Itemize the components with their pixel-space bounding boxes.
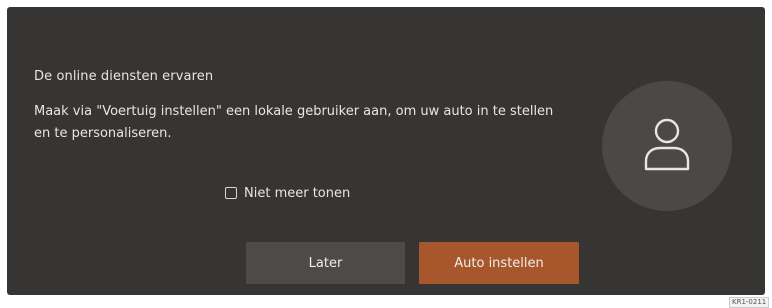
dont-show-again-option[interactable]: Niet meer tonen xyxy=(225,183,350,203)
later-button[interactable]: Later xyxy=(246,242,405,284)
dialog-title: De online diensten ervaren xyxy=(34,69,214,84)
figure-code-label: KR1-0211 xyxy=(729,297,770,308)
user-avatar xyxy=(602,81,732,211)
user-icon xyxy=(644,118,690,171)
dialog-screen: De online diensten ervaren Maak via "Voe… xyxy=(7,7,765,295)
setup-car-button[interactable]: Auto instellen xyxy=(419,242,579,284)
dont-show-again-checkbox[interactable] xyxy=(225,187,237,199)
dialog-message: Maak via "Voertuig instellen" een lokale… xyxy=(34,104,554,141)
dont-show-again-label: Niet meer tonen xyxy=(244,185,351,201)
